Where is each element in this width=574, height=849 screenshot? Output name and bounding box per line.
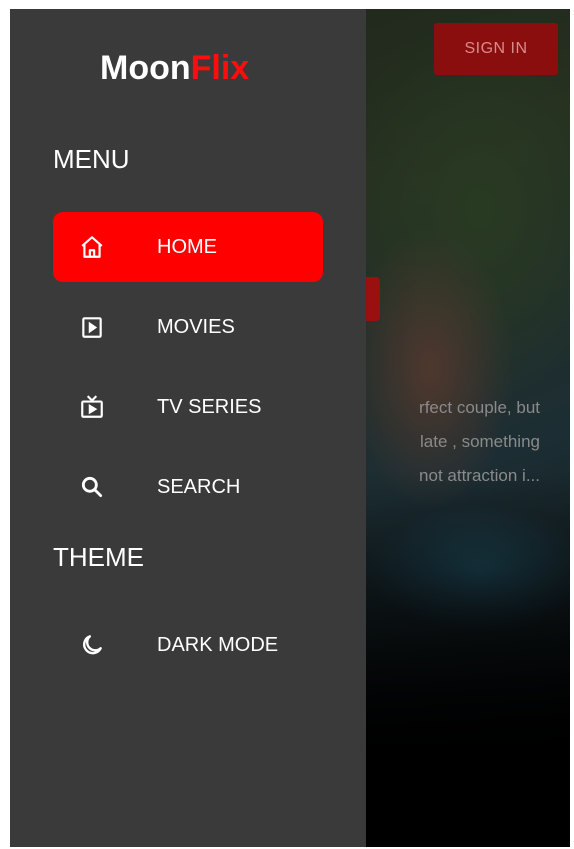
app-frame: ou rfect couple, but late , something no… — [10, 9, 570, 847]
sidebar-item-label: HOME — [157, 235, 217, 258]
sidebar-item-label: DARK MODE — [157, 633, 279, 656]
sidebar-item-label: MOVIES — [157, 315, 235, 338]
sidebar-item-home[interactable]: HOME — [53, 212, 323, 282]
theme-section-title: THEME — [53, 542, 144, 572]
home-icon — [79, 234, 105, 260]
sidebar-item-label: TV SERIES — [157, 395, 262, 418]
movie-icon — [79, 314, 105, 340]
brand-logo[interactable]: MoonFlix — [100, 49, 249, 88]
menu-section-title: MENU — [53, 144, 130, 174]
moon-icon — [79, 632, 105, 658]
side-drawer: MoonFlix MENU HOME MOVIES TV SERIES SEAR — [10, 9, 366, 847]
sidebar-item-movies[interactable]: MOVIES — [53, 292, 323, 362]
sidebar-item-label: SEARCH — [157, 475, 241, 498]
sidebar-item-tv-series[interactable]: TV SERIES — [53, 372, 323, 442]
search-icon — [79, 474, 105, 500]
sign-in-button[interactable]: SIGN IN — [434, 23, 558, 75]
sidebar-item-search[interactable]: SEARCH — [53, 452, 323, 522]
dark-mode-toggle[interactable]: DARK MODE — [53, 610, 323, 680]
tv-icon — [79, 394, 105, 420]
